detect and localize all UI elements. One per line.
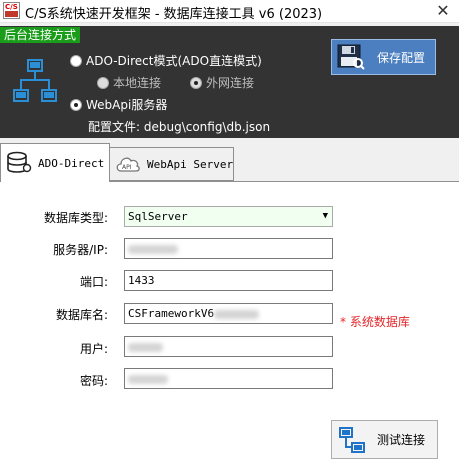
radio-circle <box>70 54 82 67</box>
webapi-radio[interactable]: WebApi服务器 <box>70 96 167 113</box>
redacted-value <box>128 342 163 352</box>
password-input[interactable] <box>124 368 333 389</box>
local-connection-radio[interactable]: 本地连接 <box>97 74 161 91</box>
tab-ado-direct-label: ADO-Direct <box>38 156 105 170</box>
config-file-path: 配置文件: debug\config\db.json <box>88 120 271 134</box>
test-connection-label: 测试连接 <box>377 433 426 447</box>
port-value: 1433 <box>128 274 155 287</box>
db-name-value: CSFrameworkV6 <box>128 307 215 320</box>
test-connection-button[interactable]: 测试连接 <box>331 420 438 459</box>
database-icon <box>7 151 32 173</box>
redacted-value <box>128 244 178 254</box>
remote-connection-radio[interactable]: 外网连接 <box>190 74 254 91</box>
redacted-value <box>128 374 168 384</box>
floppy-disk-icon <box>337 44 365 70</box>
server-input[interactable] <box>124 238 333 259</box>
app-logo-text: C/S <box>5 3 18 11</box>
port-label: 端口: <box>79 275 108 289</box>
radio-circle <box>70 98 82 111</box>
password-label: 密码: <box>79 374 108 388</box>
title-bar: C/S C/S系统快速开发框架 - 数据库连接工具 v6 (2023) ✕ <box>0 0 459 23</box>
server-label: 服务器/IP: <box>53 243 108 257</box>
tab-webapi-server-label: WebApi Server <box>147 157 234 171</box>
port-input[interactable]: 1433 <box>124 270 333 291</box>
remote-connection-label: 外网连接 <box>206 76 255 90</box>
radio-circle <box>97 76 109 89</box>
save-config-button[interactable]: 保存配置 <box>331 39 436 75</box>
save-config-label: 保存配置 <box>377 50 426 65</box>
cloud-api-icon: API <box>116 157 140 172</box>
local-connection-label: 本地连接 <box>113 76 162 90</box>
db-name-label: 数据库名: <box>55 308 108 322</box>
panel-tag: 后台连接方式 <box>0 27 81 43</box>
app-logo-icon: C/S <box>3 2 20 19</box>
radio-circle <box>190 76 202 89</box>
db-type-label: 数据库类型: <box>43 211 108 225</box>
ado-direct-label: ADO-Direct模式(ADO直连模式) <box>86 54 262 68</box>
db-name-input[interactable]: CSFrameworkV6 <box>124 303 333 324</box>
window-title: C/S系统快速开发框架 - 数据库连接工具 v6 (2023) <box>25 7 323 22</box>
webapi-label: WebApi服务器 <box>86 98 168 112</box>
tab-webapi-server[interactable]: API WebApi Server <box>110 147 234 181</box>
ado-direct-radio[interactable]: ADO-Direct模式(ADO直连模式) <box>70 52 262 69</box>
close-button[interactable]: ✕ <box>433 1 453 21</box>
svg-text:API: API <box>122 164 132 171</box>
network-icon <box>13 59 57 102</box>
tab-ado-direct[interactable]: ADO-Direct <box>0 143 110 182</box>
db-type-value: SqlServer <box>128 210 188 223</box>
user-label: 用户: <box>79 342 108 356</box>
redacted-value <box>214 309 260 319</box>
user-input[interactable] <box>124 336 333 357</box>
network-test-icon <box>339 426 365 453</box>
chevron-down-icon: ▼ <box>322 211 328 221</box>
db-type-select[interactable]: SqlServer ▼ <box>124 206 333 227</box>
system-db-note: * 系统数据库 <box>340 315 410 329</box>
